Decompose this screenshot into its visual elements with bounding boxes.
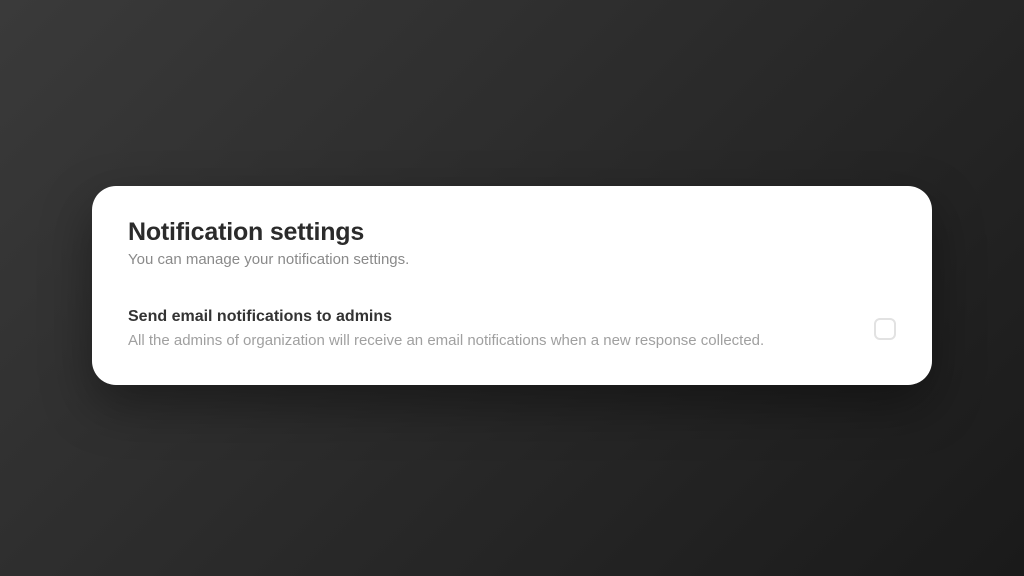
card-title: Notification settings [128,218,896,247]
setting-title: Send email notifications to admins [128,308,858,326]
card-subtitle: You can manage your notification setting… [128,251,896,268]
email-admins-checkbox[interactable] [874,318,896,340]
setting-description: All the admins of organization will rece… [128,330,858,351]
setting-text: Send email notifications to admins All t… [128,308,858,351]
card-header: Notification settings You can manage you… [128,218,896,268]
setting-row-email-admins: Send email notifications to admins All t… [128,308,896,351]
notification-settings-card: Notification settings You can manage you… [92,186,932,385]
